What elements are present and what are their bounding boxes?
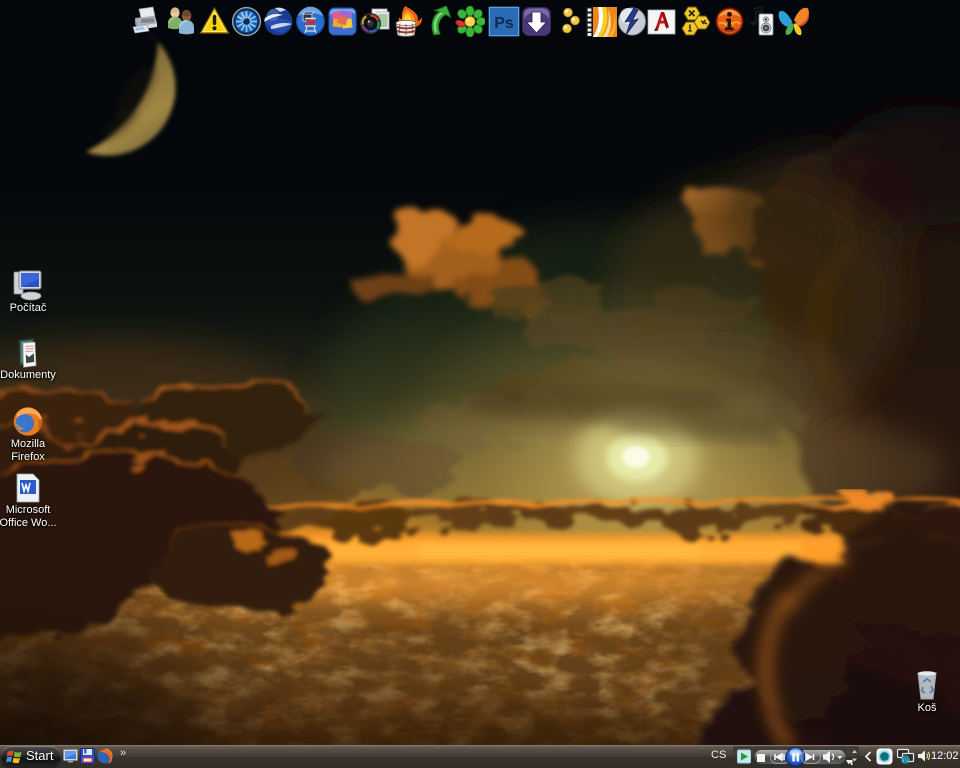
svg-text:Ps: Ps — [494, 15, 514, 32]
